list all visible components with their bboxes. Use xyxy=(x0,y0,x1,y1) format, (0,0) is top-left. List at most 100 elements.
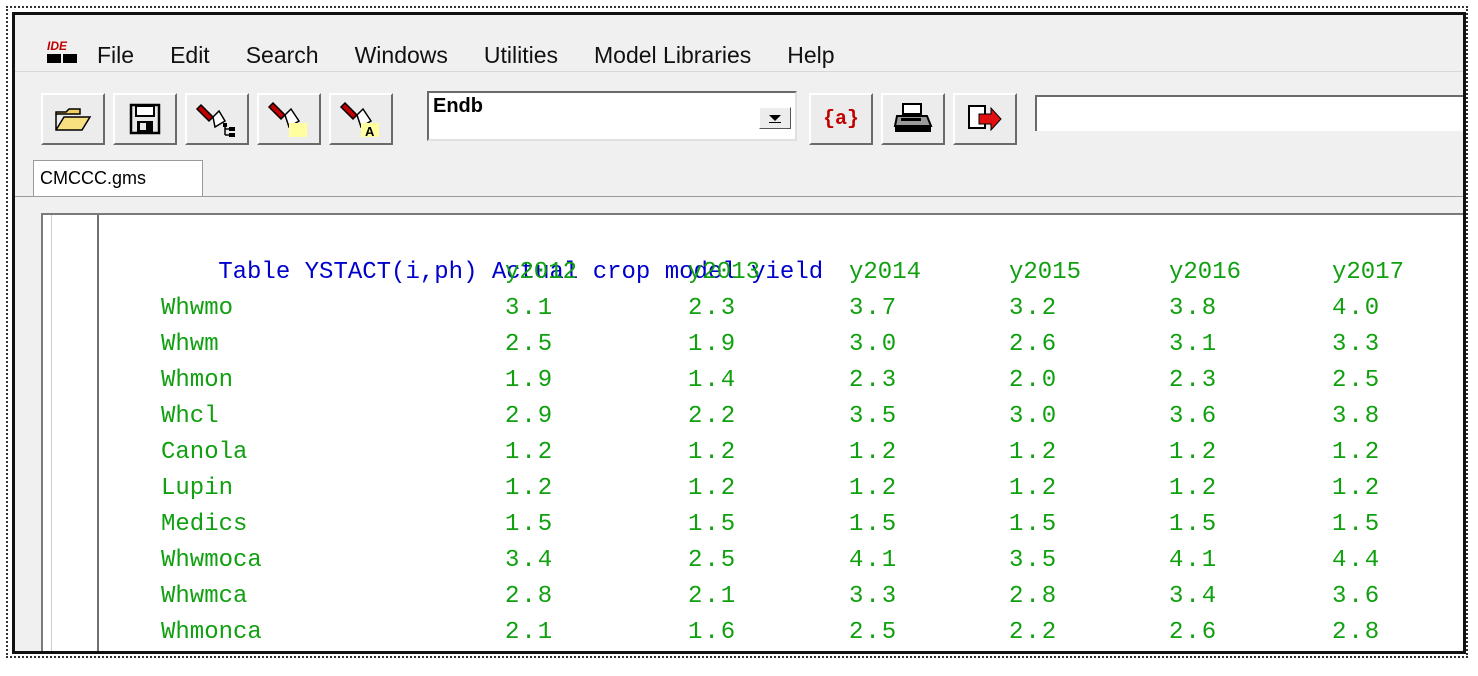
row-label: Whwmoca xyxy=(161,547,262,574)
menu: File Edit Search Windows Utilities Model… xyxy=(97,39,853,71)
table-cell: 3.8 xyxy=(1332,403,1382,430)
table-cell: 2.5 xyxy=(505,331,555,358)
find-in-tree-button[interactable] xyxy=(185,93,249,145)
menu-bar: IDE File Edit Search Windows Utilities M… xyxy=(15,15,1463,72)
table-cell: 1.2 xyxy=(1169,475,1219,502)
table-cell: 1.5 xyxy=(505,511,555,538)
combo-dropdown-button[interactable] xyxy=(759,107,791,129)
flashlight-a-icon: A xyxy=(339,101,379,139)
open-button[interactable] xyxy=(41,93,105,145)
table-cell: 2.5 xyxy=(1332,367,1382,394)
find-button[interactable] xyxy=(257,93,321,145)
column-header: y2016 xyxy=(1169,259,1242,286)
svg-text:A: A xyxy=(365,124,375,139)
table-cell: 3.3 xyxy=(849,583,899,610)
export-button[interactable] xyxy=(953,93,1017,145)
table-row: Whwmca 2.8 2.1 3.3 2.8 3.4 3.6 xyxy=(103,579,1463,615)
table-cell: 1.6 xyxy=(688,619,738,646)
menu-help[interactable]: Help xyxy=(769,39,852,71)
table-cell: 2.6 xyxy=(1169,619,1219,646)
at-a-button[interactable]: {a} xyxy=(809,93,873,145)
row-label: Whwmca xyxy=(161,583,248,610)
table-row: Whcl 2.9 2.2 3.5 3.0 3.6 3.8 xyxy=(103,399,1463,435)
column-header: y2013 xyxy=(688,259,761,286)
menu-utilities[interactable]: Utilities xyxy=(466,39,576,71)
table-cell: 1.2 xyxy=(688,439,738,466)
app-icon-block-left xyxy=(47,54,61,63)
menu-model-libraries[interactable]: Model Libraries xyxy=(576,39,769,71)
table-cell: 2.0 xyxy=(1009,367,1059,394)
command-input[interactable] xyxy=(1035,95,1463,131)
model-combo-value: Endb xyxy=(433,95,483,117)
column-header: y2012 xyxy=(505,259,578,286)
print-button[interactable] xyxy=(881,93,945,145)
table-cell: 2.3 xyxy=(849,367,899,394)
row-label: Canola xyxy=(161,439,248,466)
table-cell: 1.2 xyxy=(849,475,899,502)
table-cell: 1.5 xyxy=(1169,511,1219,538)
table-cell: 1.5 xyxy=(1009,511,1059,538)
table-cell: 3.4 xyxy=(505,547,555,574)
table-cell: 3.5 xyxy=(849,403,899,430)
table-cell: 1.9 xyxy=(505,367,555,394)
open-folder-icon xyxy=(55,108,92,131)
app-icon: IDE xyxy=(45,39,81,67)
table-row: Canola 1.2 1.2 1.2 1.2 1.2 1.2 xyxy=(103,435,1463,471)
menu-search[interactable]: Search xyxy=(228,39,337,71)
app-icon-text: IDE xyxy=(47,39,68,53)
table-row: Whwmo 3.1 2.3 3.7 3.2 3.8 4.0 xyxy=(103,291,1463,327)
table-cell: 3.1 xyxy=(505,295,555,322)
table-cell: 2.1 xyxy=(688,583,738,610)
flashlight-tree-icon xyxy=(195,103,235,137)
table-cell: 2.8 xyxy=(1332,619,1382,646)
save-button[interactable] xyxy=(113,93,177,145)
chevron-down-icon xyxy=(769,115,781,123)
find-all-button[interactable]: A xyxy=(329,93,393,145)
table-cell: 3.2 xyxy=(1009,295,1059,322)
menu-windows[interactable]: Windows xyxy=(337,39,466,71)
table-cell: 3.6 xyxy=(1169,403,1219,430)
code-editor[interactable]: Table YSTACT(i,ph) Actual crop model yie… xyxy=(41,213,1463,651)
table-cell: 1.2 xyxy=(505,475,555,502)
column-header: y2015 xyxy=(1009,259,1082,286)
table-cell: 1.2 xyxy=(1332,475,1382,502)
table-cell: 2.9 xyxy=(505,403,555,430)
table-cell: 3.3 xyxy=(1332,331,1382,358)
table-cell: 2.1 xyxy=(505,619,555,646)
table-cell: 1.5 xyxy=(849,511,899,538)
column-header-line: y2012 y2013 y2014 y2015 y2016 y2017 xyxy=(103,255,1463,291)
column-header: y2017 xyxy=(1332,259,1405,286)
ide-window: IDE File Edit Search Windows Utilities M… xyxy=(12,12,1466,654)
table-cell: 3.6 xyxy=(1332,583,1382,610)
row-label: Whmonca xyxy=(161,619,262,646)
tab-cmccc-gms[interactable]: CMCCC.gms xyxy=(33,160,203,196)
table-cell: 2.5 xyxy=(849,619,899,646)
table-cell: 1.2 xyxy=(505,439,555,466)
table-cell: 2.8 xyxy=(505,583,555,610)
row-label: Whwmo xyxy=(161,295,234,322)
code-content: Table YSTACT(i,ph) Actual crop model yie… xyxy=(103,219,1404,646)
gutter-line xyxy=(51,215,52,651)
table-cell: 4.4 xyxy=(1332,547,1382,574)
save-disk-icon xyxy=(129,103,161,135)
table-cell: 1.5 xyxy=(688,511,738,538)
table-cell: 1.2 xyxy=(1332,439,1382,466)
table-row: Whwmoca 3.4 2.5 4.1 3.5 4.1 4.4 xyxy=(103,543,1463,579)
editor-gutter xyxy=(43,215,99,651)
table-cell: 2.2 xyxy=(1009,619,1059,646)
table-cell: 2.8 xyxy=(1009,583,1059,610)
table-header-line: Table YSTACT(i,ph) Actual crop model yie… xyxy=(103,219,823,286)
table-cell: 2.5 xyxy=(688,547,738,574)
table-cell: 3.8 xyxy=(1169,295,1219,322)
row-label: Whmon xyxy=(161,367,234,394)
table-cell: 1.4 xyxy=(688,367,738,394)
toolbar: A Endb {a} xyxy=(15,81,1463,147)
row-label: Whwm xyxy=(161,331,219,358)
model-combo[interactable]: Endb xyxy=(427,91,797,141)
export-arrow-icon xyxy=(968,105,1002,132)
table-cell: 1.9 xyxy=(688,331,738,358)
at-a-label: {a} xyxy=(822,107,859,131)
printer-icon xyxy=(893,103,933,132)
menu-file[interactable]: File xyxy=(97,39,152,71)
menu-edit[interactable]: Edit xyxy=(152,39,228,71)
